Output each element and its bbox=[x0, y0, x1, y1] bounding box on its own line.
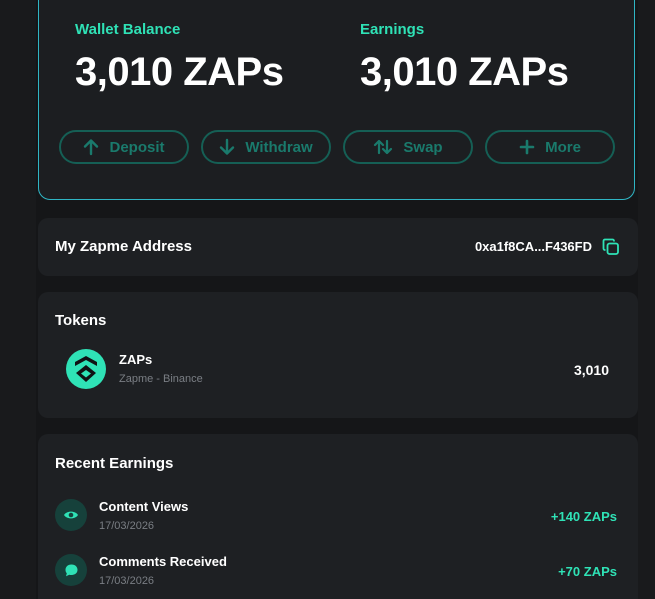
more-button[interactable]: More bbox=[485, 130, 615, 164]
address-title: My Zapme Address bbox=[55, 238, 192, 255]
swap-icon bbox=[374, 139, 393, 155]
swap-button[interactable]: Swap bbox=[343, 130, 473, 164]
wallet-page: Wallet Balance 3,010 ZAPs Earnings 3,010… bbox=[0, 0, 655, 599]
wallet-balance-label: Wallet Balance bbox=[75, 21, 181, 38]
earning-title: Comments Received bbox=[99, 554, 227, 569]
plus-icon bbox=[519, 139, 535, 155]
recent-earnings-title: Recent Earnings bbox=[55, 455, 174, 472]
earning-item[interactable]: Content Views 17/03/2026 +140 ZAPs bbox=[38, 499, 638, 539]
zapme-logo-icon bbox=[66, 349, 106, 389]
eye-icon bbox=[55, 499, 87, 531]
withdraw-label: Withdraw bbox=[245, 138, 313, 156]
right-sidebar-edge bbox=[638, 0, 655, 599]
wallet-actions: Deposit Withdraw Swap More bbox=[59, 130, 615, 164]
token-network: Zapme - Binance bbox=[119, 373, 203, 385]
tokens-card: Tokens ZAPs Zapme - Binance 3,010 bbox=[38, 292, 638, 418]
token-name: ZAPs bbox=[119, 352, 153, 367]
earning-date: 17/03/2026 bbox=[99, 575, 155, 587]
chat-bubble-icon bbox=[55, 554, 87, 586]
withdraw-button[interactable]: Withdraw bbox=[201, 130, 331, 164]
left-sidebar-edge bbox=[0, 0, 36, 599]
earning-title: Content Views bbox=[99, 499, 189, 514]
wallet-balance-block: Wallet Balance 3,010 ZAPs bbox=[75, 21, 284, 95]
earning-amount: +70 ZAPs bbox=[558, 564, 617, 579]
deposit-button[interactable]: Deposit bbox=[59, 130, 189, 164]
swap-label: Swap bbox=[403, 138, 443, 156]
tokens-title: Tokens bbox=[55, 312, 107, 329]
earnings-block: Earnings 3,010 ZAPs bbox=[360, 21, 569, 95]
earning-amount: +140 ZAPs bbox=[550, 509, 617, 524]
wallet-address: 0xa1f8CA...F436FD bbox=[474, 239, 592, 254]
more-label: More bbox=[545, 138, 581, 156]
arrow-down-icon bbox=[220, 138, 235, 155]
wallet-summary-card: Wallet Balance 3,010 ZAPs Earnings 3,010… bbox=[38, 0, 635, 200]
copy-icon[interactable] bbox=[602, 238, 620, 256]
token-amount: 3,010 bbox=[573, 362, 609, 378]
wallet-balance-value: 3,010 ZAPs bbox=[75, 50, 284, 94]
earnings-value: 3,010 ZAPs bbox=[360, 50, 569, 94]
earnings-label: Earnings bbox=[360, 21, 425, 38]
deposit-label: Deposit bbox=[109, 138, 165, 156]
arrow-up-icon bbox=[84, 139, 99, 156]
earning-date: 17/03/2026 bbox=[99, 520, 155, 532]
address-card: My Zapme Address 0xa1f8CA...F436FD bbox=[38, 218, 638, 276]
earning-item[interactable]: Comments Received 17/03/2026 +70 ZAPs bbox=[38, 554, 638, 594]
recent-earnings-card: Recent Earnings Content Views 17/03/2026… bbox=[38, 434, 638, 599]
